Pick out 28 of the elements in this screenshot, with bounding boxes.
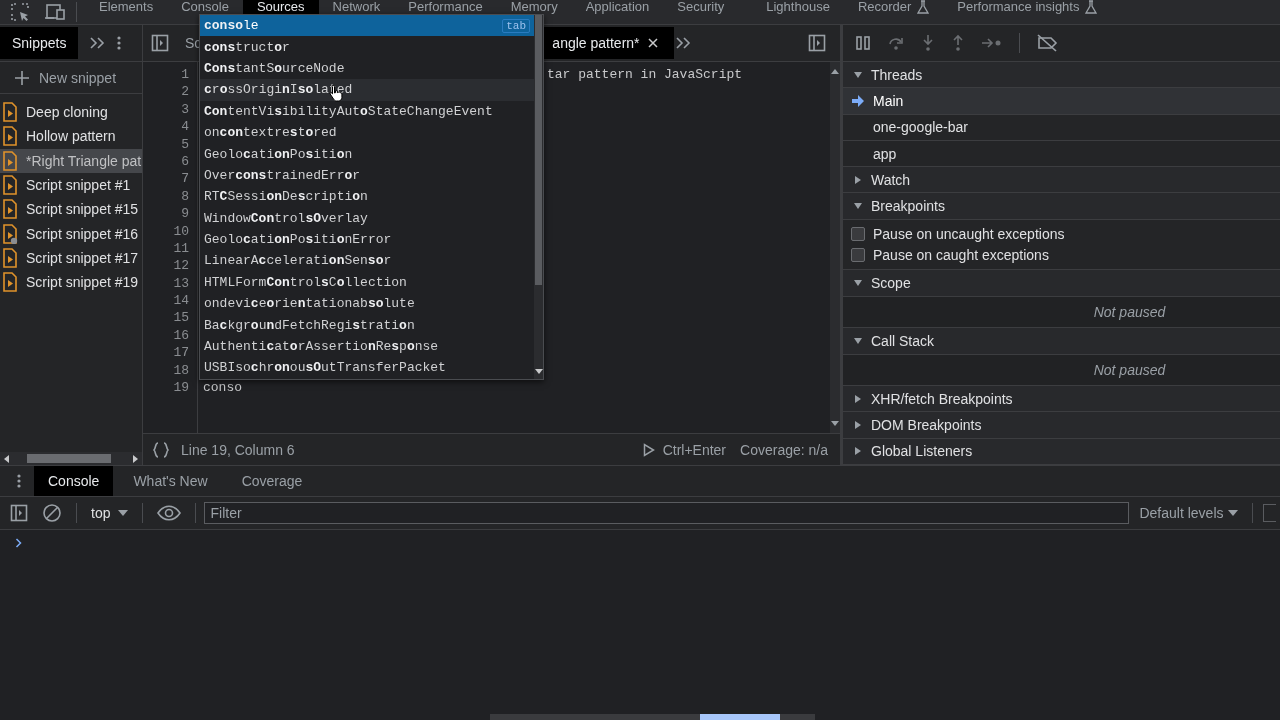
line-number: 11 <box>172 239 189 258</box>
checkbox-label: Pause on uncaught exceptions <box>873 226 1065 243</box>
line-number: 19 <box>172 379 189 397</box>
line-number: 2 <box>180 83 189 101</box>
line-number: 18 <box>172 361 189 380</box>
line-number: 13 <box>172 274 189 293</box>
line-number: 8 <box>180 187 189 206</box>
status-message: Not paused <box>1093 361 1166 378</box>
line-number: 5 <box>180 135 189 153</box>
code-line: conso <box>203 380 242 396</box>
coverage-status: Coverage: n/a <box>740 441 828 458</box>
line-number: 17 <box>172 344 189 362</box>
line-number: 9 <box>180 205 189 223</box>
key-hint: tab <box>502 18 530 33</box>
line-number: 4 <box>180 118 189 136</box>
cursor-position: Line 19, Column 6 <box>181 441 295 458</box>
line-number: 1 <box>180 66 189 84</box>
line-number: 7 <box>180 170 189 188</box>
status-message: Not paused <box>1093 303 1166 320</box>
line-number: 14 <box>172 292 189 310</box>
line-number: 16 <box>172 326 189 345</box>
line-number: 12 <box>172 257 189 275</box>
line-number: 3 <box>180 100 189 119</box>
code-line: tar pattern in JavaScript <box>547 67 743 82</box>
line-number: 15 <box>172 309 189 327</box>
line-number: 6 <box>180 152 189 171</box>
checkbox-label: Pause on caught exceptions <box>873 246 1049 263</box>
line-number: 10 <box>172 222 189 240</box>
